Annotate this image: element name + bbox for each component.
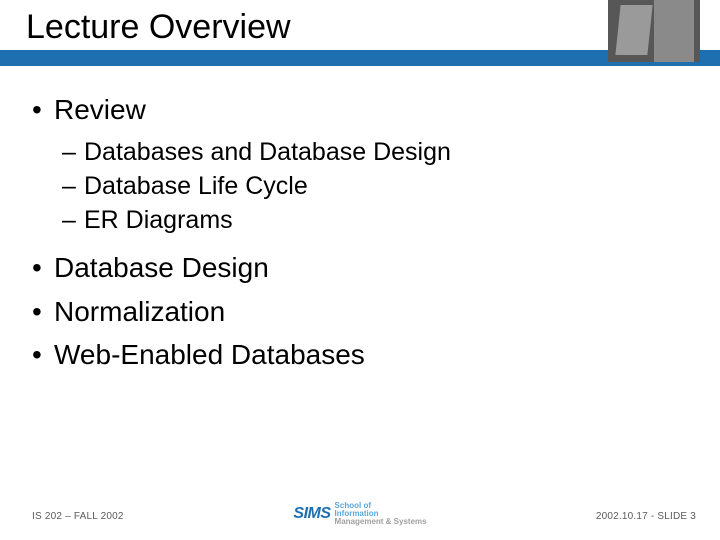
sims-logo: SIMS School of Information Management & … <box>293 502 426 526</box>
slide-footer: IS 202 – FALL 2002 SIMS School of Inform… <box>0 506 720 540</box>
photo-shadow-strip <box>654 0 662 62</box>
footer-date-slide: 2002.10.17 - SLIDE 3 <box>596 511 696 522</box>
footer-course-label: IS 202 – FALL 2002 <box>32 511 124 522</box>
logo-subtext: School of Information Management & Syste… <box>335 502 427 526</box>
bullet-web-enabled-db: Web-Enabled Databases <box>32 337 688 373</box>
slide-body: Review Databases and Database Design Dat… <box>32 92 688 484</box>
slide-title: Lecture Overview <box>26 8 291 47</box>
spacer <box>32 238 688 250</box>
bullet-database-design: Database Design <box>32 250 688 286</box>
bullet-normalization: Normalization <box>32 294 688 330</box>
logo-text-sims: SIMS <box>293 505 330 523</box>
logo-line-management: Management & Systems <box>335 518 427 526</box>
decorative-building-photo <box>608 0 700 62</box>
subbullet-er-diagrams: ER Diagrams <box>32 204 688 236</box>
bullet-review: Review <box>32 92 688 128</box>
subbullet-db-life-cycle: Database Life Cycle <box>32 170 688 202</box>
subbullet-databases-design: Databases and Database Design <box>32 136 688 168</box>
slide: Lecture Overview Review Databases and Da… <box>0 0 720 540</box>
